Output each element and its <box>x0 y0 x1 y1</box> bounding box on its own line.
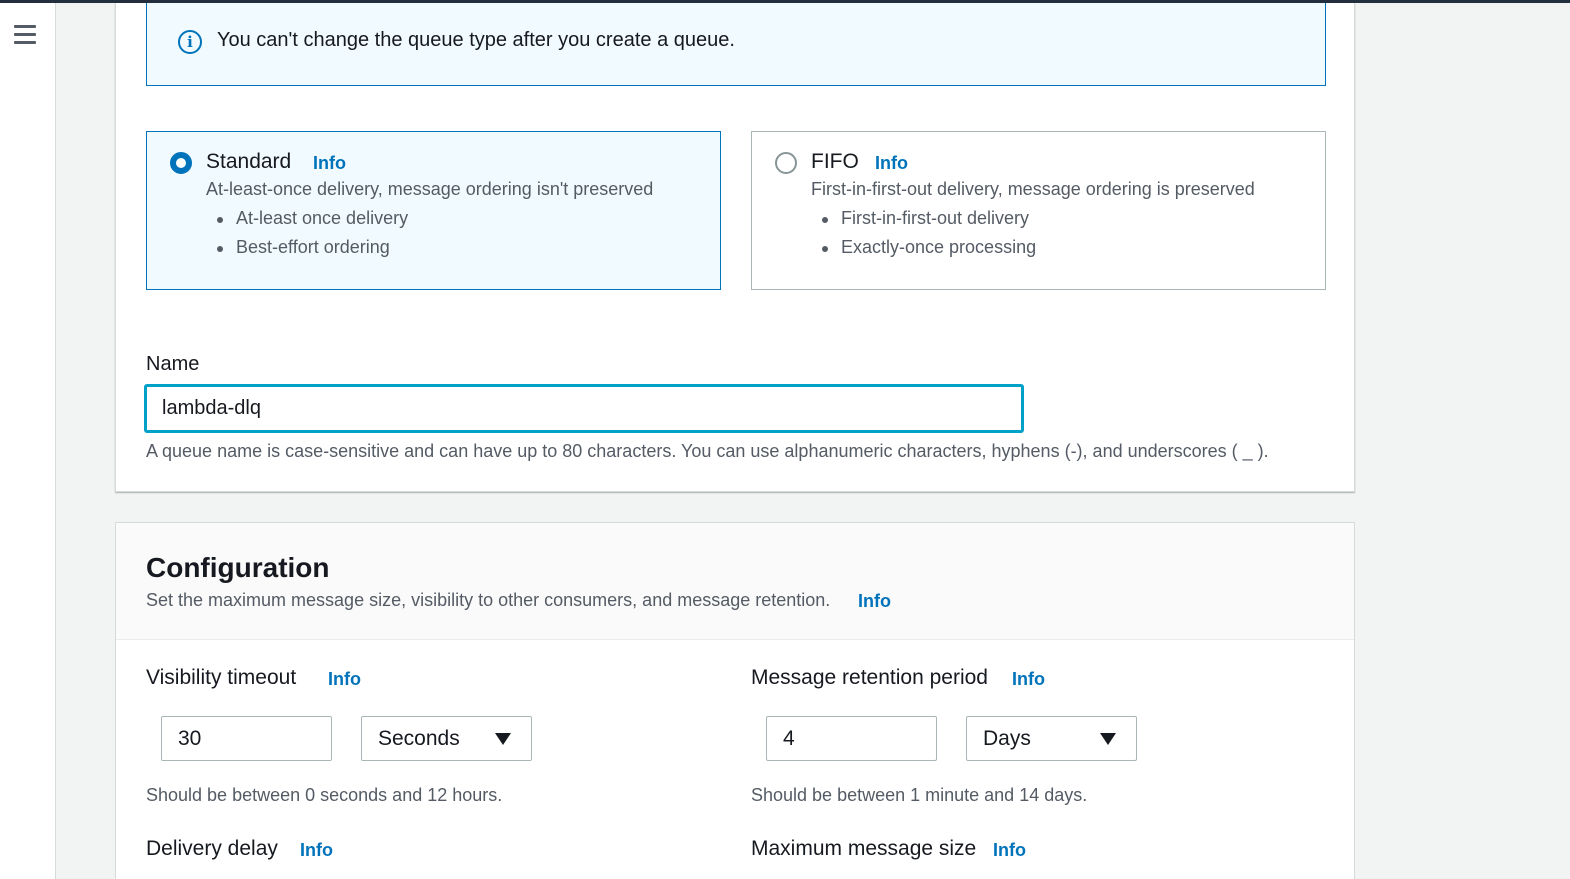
standard-radio[interactable] <box>170 152 192 174</box>
queue-type-standard-tile[interactable]: Standard Info At-least-once delivery, me… <box>146 131 721 290</box>
alert-text: You can't change the queue type after yo… <box>217 29 735 51</box>
fifo-features-list: First-in-first-out delivery Exactly-once… <box>821 208 1036 266</box>
fifo-description: First-in-first-out delivery, message ord… <box>811 179 1255 199</box>
configuration-header: Configuration Set the maximum message si… <box>116 523 1354 640</box>
standard-description: At-least-once delivery, message ordering… <box>206 179 654 199</box>
max-message-size-info-link[interactable]: Info <box>993 840 1026 861</box>
caret-down-icon <box>495 733 511 745</box>
configuration-info-link[interactable]: Info <box>858 591 891 612</box>
hamburger-menu-icon[interactable] <box>14 25 36 45</box>
list-item: At-least once delivery <box>216 208 408 237</box>
standard-features-list: At-least once delivery Best-effort order… <box>216 208 408 266</box>
name-help-text: A queue name is case-sensitive and can h… <box>146 441 1269 461</box>
configuration-description: Set the maximum message size, visibility… <box>146 590 831 610</box>
visibility-timeout-input[interactable] <box>161 716 332 761</box>
visibility-timeout-help: Should be between 0 seconds and 12 hours… <box>146 785 503 805</box>
configuration-title: Configuration <box>146 552 330 583</box>
message-retention-input[interactable] <box>766 716 937 761</box>
name-label: Name <box>146 353 200 375</box>
message-retention-info-link[interactable]: Info <box>1012 669 1045 690</box>
list-item: Best-effort ordering <box>216 237 408 266</box>
right-gutter <box>1356 3 1570 879</box>
fifo-radio[interactable] <box>775 152 797 174</box>
list-item: First-in-first-out delivery <box>821 208 1036 237</box>
standard-title: Standard <box>206 150 292 173</box>
visibility-timeout-info-link[interactable]: Info <box>328 669 361 690</box>
fifo-title: FIFO <box>811 150 859 173</box>
max-message-size-label: Maximum message size <box>751 837 977 860</box>
queue-details-panel: i You can't change the queue type after … <box>115 3 1355 492</box>
visibility-timeout-unit-value: Seconds <box>378 727 460 750</box>
delivery-delay-label: Delivery delay <box>146 837 278 860</box>
message-retention-help: Should be between 1 minute and 14 days. <box>751 785 1088 805</box>
delivery-delay-info-link[interactable]: Info <box>300 840 333 861</box>
list-item: Exactly-once processing <box>821 237 1036 266</box>
message-retention-label: Message retention period <box>751 666 988 689</box>
info-circle-icon: i <box>178 30 202 54</box>
message-retention-unit-select[interactable]: Days <box>966 716 1137 761</box>
left-navigation <box>0 3 56 879</box>
message-retention-unit-value: Days <box>983 727 1031 750</box>
standard-info-link[interactable]: Info <box>313 153 346 174</box>
queue-name-input[interactable] <box>145 385 1023 432</box>
visibility-timeout-label: Visibility timeout <box>146 666 297 689</box>
visibility-timeout-unit-select[interactable]: Seconds <box>361 716 532 761</box>
caret-down-icon <box>1100 733 1116 745</box>
queue-type-fifo-tile[interactable]: FIFO Info First-in-first-out delivery, m… <box>751 131 1326 290</box>
fifo-info-link[interactable]: Info <box>875 153 908 174</box>
queue-type-alert: i You can't change the queue type after … <box>146 3 1326 86</box>
configuration-panel: Configuration Set the maximum message si… <box>115 522 1355 879</box>
